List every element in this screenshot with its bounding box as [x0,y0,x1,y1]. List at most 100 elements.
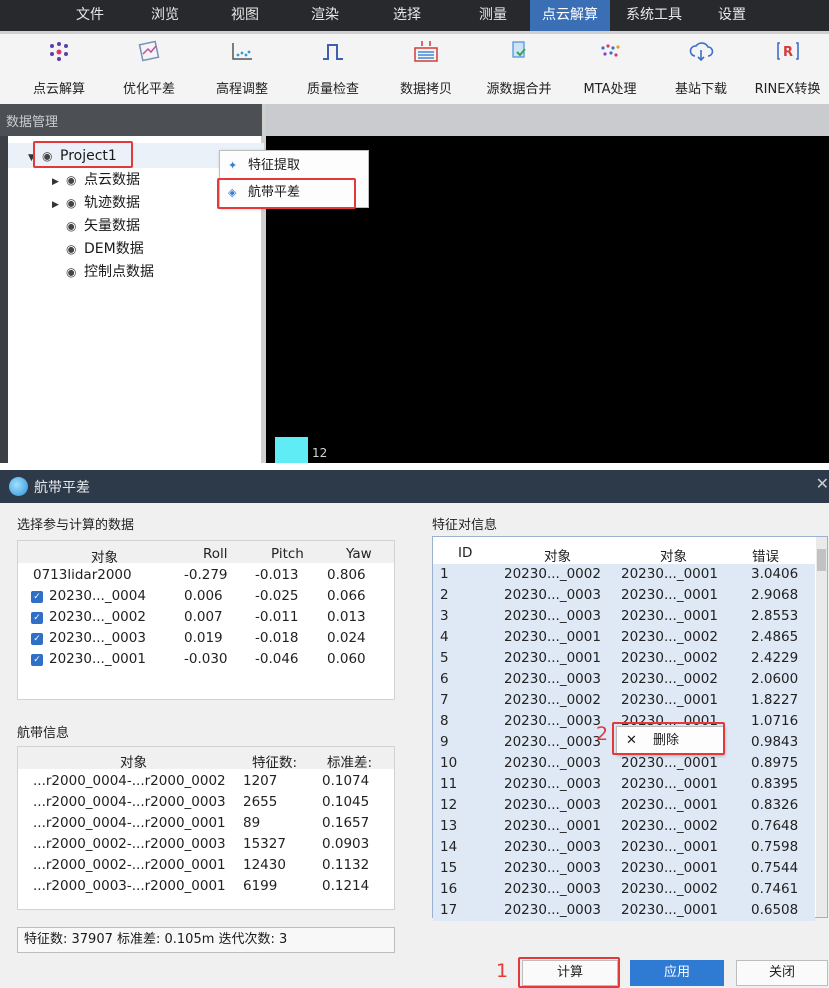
row-object-a: 20230..._0003 [504,608,601,624]
row-error: 2.0600 [751,671,799,687]
tree-item-label: DEM数据 [84,241,144,257]
row-object-a: 20230..._0003 [504,860,601,876]
highlight-box-delete [612,722,725,755]
tree-item-vector[interactable]: ◉ 矢量数据 [66,215,140,237]
tool-rinex-convert[interactable]: R RINEX转换 [746,34,829,104]
eye-icon[interactable]: ◉ [66,215,84,237]
row-object-b: 20230..._0001 [621,755,718,771]
row-roll: 0.007 [184,609,223,625]
menu-view[interactable]: 视图 [210,0,280,31]
viewport-label: 12 [312,446,328,460]
tool-mta-process[interactable]: MTA处理 [570,34,650,104]
row-pitch: -0.018 [255,630,299,646]
row-id: 4 [440,629,449,645]
scrollbar-thumb[interactable] [817,549,826,571]
apply-button[interactable]: 应用 [630,960,724,986]
tree-item-dem[interactable]: ◉ DEM数据 [66,238,144,260]
row-std: 0.1074 [322,773,370,789]
row-object-b: 20230..._0001 [621,860,718,876]
tool-quality-check[interactable]: 质量检查 [294,34,372,104]
eye-icon[interactable]: ◉ [66,192,84,214]
tool-base-download[interactable]: 基站下载 [662,34,740,104]
row-checkbox[interactable]: ✓ [31,654,43,666]
pair-info-label: 特征对信息 [432,518,498,533]
eye-icon[interactable]: ◉ [66,169,84,191]
eye-icon[interactable]: ◉ [66,261,84,283]
col-header-roll[interactable]: Roll [203,546,228,562]
cloud-solve-icon [50,42,68,61]
row-roll: -0.279 [184,567,228,583]
row-object-b: 20230..._0001 [621,839,718,855]
row-error: 0.7544 [751,860,799,876]
menu-select[interactable]: 选择 [372,0,442,31]
menu-item-feature-extract[interactable]: ✦ 特征提取 [220,154,368,178]
row-pitch: -0.011 [255,609,299,625]
col-header-pitch[interactable]: Pitch [271,546,304,562]
menu-render[interactable]: 渲染 [290,0,360,31]
row-object-a: 20230..._0003 [504,671,601,687]
tool-label: 质量检查 [306,82,359,97]
elevation-adjust-icon [232,43,252,60]
row-pitch: -0.046 [255,651,299,667]
row-object: ...r2000_0002-...r2000_0003 [33,836,226,852]
row-error: 0.7598 [751,839,799,855]
row-feature-count: 89 [243,815,261,831]
col-header-std[interactable]: 标准差: [327,751,372,771]
row-object-b: 20230..._0001 [621,566,718,582]
row-roll: 0.019 [184,630,223,646]
close-icon[interactable]: ✕ [816,474,829,493]
row-object-a: 20230..._0002 [504,566,601,582]
tool-pointcloud-solve[interactable]: 点云解算 [20,34,98,104]
row-yaw: 0.806 [327,567,366,583]
menu-settings[interactable]: 设置 [702,0,762,31]
row-checkbox[interactable]: ✓ [31,612,43,624]
menu-browse[interactable]: 浏览 [130,0,200,31]
col-header-object[interactable]: 对象 [91,546,118,566]
tool-label: MTA处理 [583,82,637,97]
expand-right-icon[interactable]: ▶ [52,194,66,216]
col-header-feature-count[interactable]: 特征数: [252,751,297,771]
menu-file[interactable]: 文件 [55,0,125,31]
menu-measure[interactable]: 测量 [458,0,528,31]
row-object-b: 20230..._0001 [621,776,718,792]
dialog-titlebar: 航带平差 ✕ [0,470,829,503]
col-header-object-b[interactable]: 对象 [660,545,687,565]
col-header-error[interactable]: 错误 [752,545,779,565]
row-id: 6 [440,671,449,687]
tool-data-copy[interactable]: 数据拷贝 [386,34,466,104]
viewport-header [266,104,829,136]
close-button[interactable]: 关闭 [736,960,828,986]
quality-check-icon [323,44,343,60]
tree-item-pointcloud[interactable]: ▶ ◉ 点云数据 [52,169,140,191]
tree-item-control-points[interactable]: ◉ 控制点数据 [66,261,154,283]
tool-elevation-adjust[interactable]: 高程调整 [200,34,284,104]
highlight-box-compute [518,957,620,988]
menu-pointcloud-solve[interactable]: 点云解算 [530,0,610,31]
tool-label: 点云解算 [32,82,85,97]
row-checkbox[interactable]: ✓ [31,633,43,645]
row-object-b: 20230..._0002 [621,650,718,666]
eye-icon[interactable]: ◉ [66,238,84,260]
row-object: 20230..._0002 [49,609,146,625]
row-std: 0.1657 [322,815,370,831]
row-id: 10 [440,755,458,771]
tree-item-trajectory[interactable]: ▶ ◉ 轨迹数据 [52,192,140,214]
col-header-object-a[interactable]: 对象 [544,545,571,565]
row-object: 20230..._0001 [49,651,146,667]
row-error: 0.6508 [751,902,799,918]
col-header-yaw[interactable]: Yaw [346,546,372,562]
row-object-b: 20230..._0001 [621,692,718,708]
col-header-object[interactable]: 对象 [120,751,147,771]
row-object-a: 20230..._0003 [504,797,601,813]
row-checkbox[interactable]: ✓ [31,591,43,603]
row-error: 0.8975 [751,755,799,771]
tool-optimize-adjust[interactable]: 优化平差 [106,34,192,104]
row-yaw: 0.013 [327,609,366,625]
row-object: 20230..._0004 [49,588,146,604]
expand-right-icon[interactable]: ▶ [52,171,66,193]
left-edge-strip [0,136,8,463]
menu-system-tools[interactable]: 系统工具 [612,0,696,31]
col-header-id[interactable]: ID [458,545,472,561]
pair-table-scrollbar[interactable] [816,537,827,917]
tool-source-merge[interactable]: 源数据合并 [474,34,564,104]
